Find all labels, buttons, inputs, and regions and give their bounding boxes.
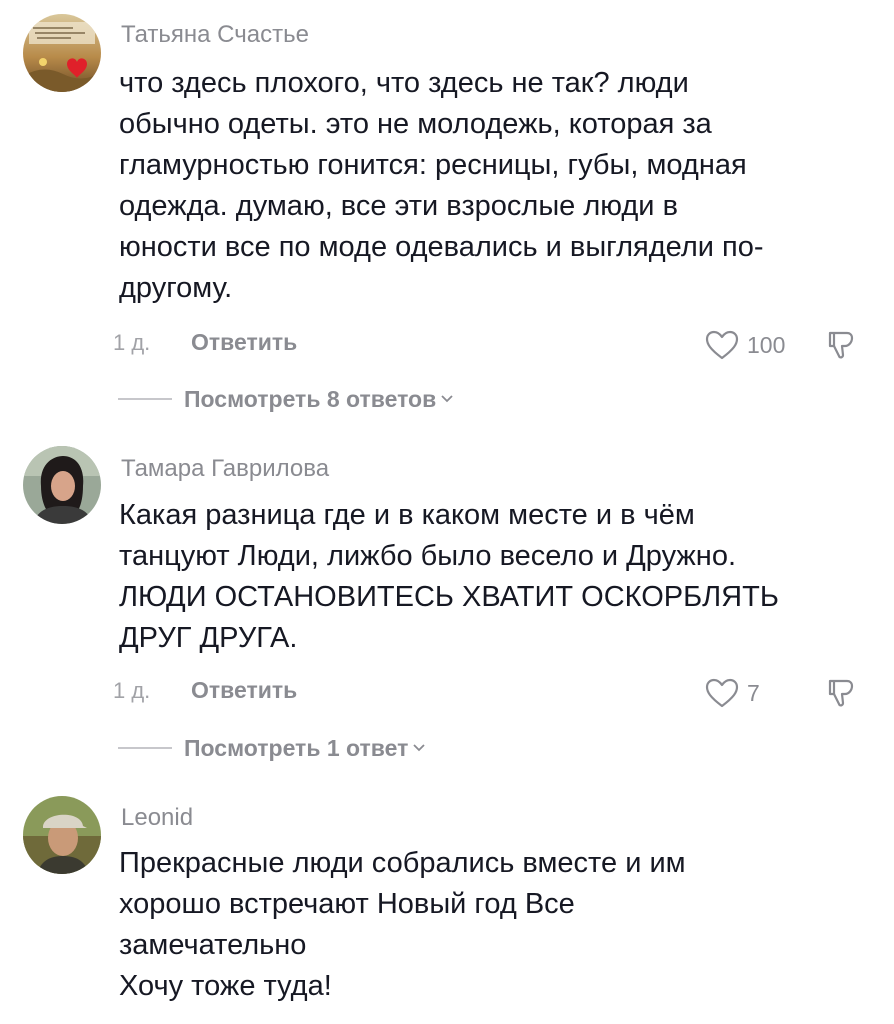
view-replies-row: Посмотреть 1 ответ [118, 733, 426, 763]
heart-outline-icon [705, 330, 739, 360]
reply-button[interactable]: Ответить [191, 329, 297, 356]
view-replies-row: Посмотреть 8 ответов [118, 384, 454, 414]
heart-collage-avatar-icon [23, 14, 101, 92]
chevron-down-icon [413, 744, 426, 752]
comment-text-line: Какая разница где и в каком месте и в чё… [119, 499, 695, 531]
avatar[interactable] [23, 14, 101, 92]
comment-text-line: другому. [119, 272, 233, 304]
comment-text-line: ДРУГ ДРУГА. [119, 622, 298, 654]
view-replies-label: Посмотреть 8 ответов [184, 385, 437, 412]
like-button[interactable]: 7 [704, 676, 760, 710]
comment-text-line: замечательно [119, 929, 307, 961]
comment-actions: 1 д. Ответить 7 [113, 676, 883, 710]
woman-portrait-avatar-icon [23, 446, 101, 524]
comment-text: Какая разница где и в каком месте и в чё… [119, 495, 879, 659]
comment-text-line: Прекрасные люди собрались вместе и им [119, 847, 686, 879]
comment-text-line: Хочу тоже туда! [119, 970, 332, 1002]
comments-page: Татьяна Счастье что здесь плохого, что з… [0, 0, 894, 1024]
replies-divider [118, 398, 172, 400]
comment-text-line: хорошо встречают Новый год Все [119, 888, 575, 920]
username[interactable]: Leonid [121, 804, 193, 832]
comment-text: что здесь плохого, что здесь не так? люд… [119, 63, 879, 309]
view-replies-button[interactable]: Посмотреть 1 ответ [184, 735, 426, 762]
comment-text-line: гламурностью гонится: ресницы, губы, мод… [119, 149, 747, 181]
man-in-cap-avatar-icon [23, 796, 101, 874]
comment-text: Прекрасные люди собрались вместе и им хо… [119, 843, 879, 1007]
like-button[interactable]: 100 [704, 328, 785, 362]
reply-button[interactable]: Ответить [191, 677, 297, 704]
username[interactable]: Татьяна Счастье [121, 21, 309, 49]
thumbs-down-icon[interactable] [825, 328, 859, 362]
comment-actions: 1 д. Ответить 100 [113, 328, 883, 362]
replies-divider [118, 747, 172, 749]
comment-text-line: юности все по моде одевались и выглядели… [119, 231, 764, 263]
comment-text-line: что здесь плохого, что здесь не так? люд… [119, 67, 689, 99]
comment-text-line: танцуют Люди, лижбо было весело и Дружно… [119, 540, 737, 572]
chevron-down-icon [441, 395, 453, 403]
timestamp: 1 д. [113, 330, 151, 355]
comment-text-line: ЛЮДИ ОСТАНОВИТЕСЬ ХВАТИТ ОСКОРБЛЯТЬ [119, 581, 779, 613]
heart-outline-icon [705, 678, 739, 708]
avatar[interactable] [23, 446, 101, 524]
comment-text-line: одежда. думаю, все эти взрослые люди в [119, 190, 678, 222]
timestamp: 1 д. [113, 678, 151, 703]
view-replies-label: Посмотреть 1 ответ [184, 734, 409, 761]
thumbs-down-icon[interactable] [825, 676, 859, 710]
avatar[interactable] [23, 796, 101, 874]
username[interactable]: Тамара Гаврилова [121, 455, 329, 483]
like-count: 7 [747, 679, 760, 706]
comment-text-line: обычно одеты. это не молодежь, которая з… [119, 108, 712, 140]
like-count: 100 [747, 331, 786, 358]
view-replies-button[interactable]: Посмотреть 8 ответов [184, 386, 454, 413]
